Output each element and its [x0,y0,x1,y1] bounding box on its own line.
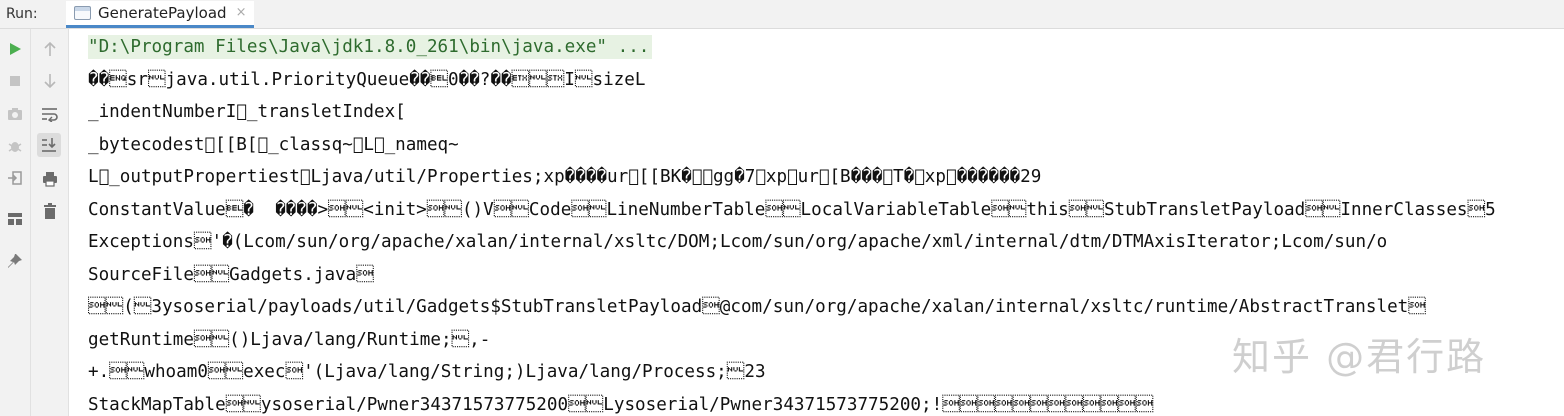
console-line: +. whoam0 exec'(Ljava/lang/String;)Lj… [88,362,766,382]
tab-title: GeneratePayload [98,3,227,22]
print-icon[interactable] [38,167,62,191]
console-line: Exceptions'�(Lcom/sun/org/apache/xalan/… [88,232,1388,252]
console-line: ConstantValue� ����> <init> ()V Code… [88,200,1496,220]
console-line: _indentNumberI _transletIndex[ [88,102,406,122]
run-config-icon [74,5,91,20]
login-icon[interactable] [3,166,27,190]
zhihu-watermark: 知乎 @君行路 [1232,335,1487,379]
run-icon[interactable] [3,37,27,61]
run-label: Run: [6,6,38,22]
camera-icon[interactable] [3,102,27,126]
down-arrow-icon[interactable] [38,69,62,93]
console-line: StackMapTable ysoserial/Pwner3437157377… [88,395,1154,415]
up-arrow-icon[interactable] [38,37,62,61]
scroll-to-end-icon[interactable] [37,133,61,157]
console-line: _bytecodest [[B[ _classq~ L _nameq~ [88,135,459,155]
trash-icon[interactable] [38,199,62,223]
tab-generate-payload[interactable]: GeneratePayload × [66,0,255,28]
layout-icon[interactable] [3,207,27,231]
console-line: getRuntime ()Ljava/lang/Runtime; ,- [88,330,491,350]
console-line: L _outputPropertiest Ljava/util/Properti… [88,167,1042,187]
console-line: SourceFile Gadgets.java [88,265,374,285]
run-toolbar: Run: GeneratePayload × [0,0,1564,29]
tab-close-icon[interactable]: × [236,5,247,20]
console-line:  ( 3ysoserial/payloads/util/Gadgets$Stu… [88,297,1426,317]
console-actions-toolbar [31,29,69,416]
stop-icon[interactable] [3,69,27,93]
run-actions-toolbar [0,29,31,416]
soft-wrap-icon[interactable] [38,102,62,126]
console-line: ��sr java.util.PriorityQueue��0��?�� … [88,70,646,90]
console-command-line: "D:\Program Files\Java\jdk1.8.0_261\bin\… [88,35,653,59]
debug-icon[interactable] [3,134,27,158]
pin-icon[interactable] [3,249,27,273]
